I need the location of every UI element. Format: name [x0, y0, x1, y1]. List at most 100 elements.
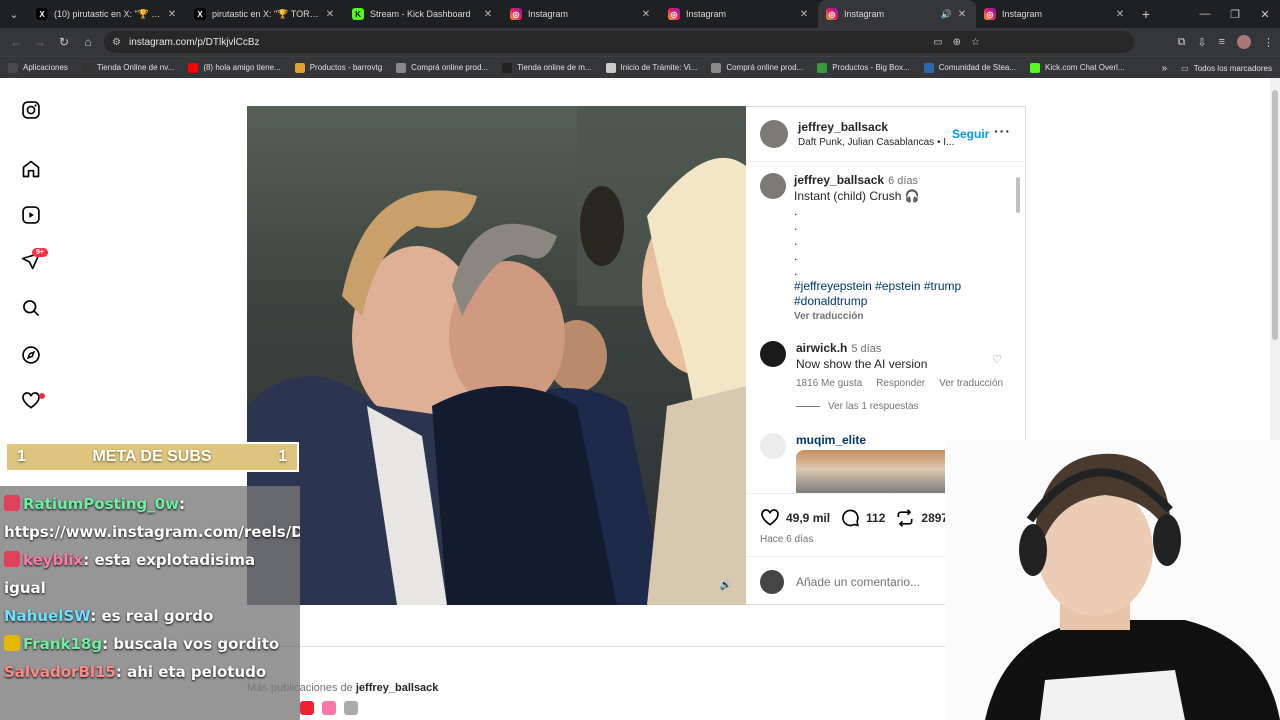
bookmark-item[interactable]: Productos - Big Box...: [817, 62, 910, 73]
caption-time: 6 días: [888, 175, 919, 187]
address-bar[interactable]: ⚙ instagram.com/p/DTlkjvlCcBz ▭ ⊕ ☆: [104, 31, 1134, 53]
bookmark-item[interactable]: Comprá online prod...: [711, 62, 803, 73]
bookmark-item[interactable]: Comprá online prod...: [396, 62, 488, 73]
like-button[interactable]: 49,9 mil: [760, 508, 830, 528]
reels-nav-icon[interactable]: [20, 204, 42, 226]
comment2-avatar[interactable]: [760, 433, 786, 459]
close-tab-icon[interactable]: ✕: [640, 9, 652, 20]
audio-track[interactable]: Daft Punk, Julian Casablancas • I...: [798, 137, 954, 148]
close-tab-icon[interactable]: ✕: [166, 9, 178, 20]
comment2-username[interactable]: muqim_elite: [796, 433, 866, 447]
browser-tab[interactable]: ◎ Instagram ✕: [976, 0, 1134, 28]
browser-tab[interactable]: Xpirutastic en X: "🏆 TORNEO DE ✕: [186, 0, 344, 28]
chat-badge-icon: [4, 495, 20, 511]
bookmark-favicon-icon: [81, 62, 92, 73]
caption-dots: . . . . .: [794, 204, 798, 278]
bookmark-item[interactable]: Tienda online de m...: [502, 62, 592, 73]
close-tab-icon[interactable]: ✕: [482, 9, 494, 20]
more-posts-username[interactable]: jeffrey_ballsack: [356, 682, 439, 694]
browser-tab[interactable]: ◎ Instagram ✕: [660, 0, 818, 28]
chat-message: SalvadorBl15: ahi eta pelotudo: [4, 658, 296, 686]
chat-username: RatiumPosting_0w: [23, 495, 180, 513]
taskbar-app-icon[interactable]: [300, 701, 314, 715]
folder-icon: ▭: [1181, 63, 1189, 73]
add-comment-input[interactable]: Añade un comentario...: [796, 575, 920, 589]
browser-tab[interactable]: ◎ Instagram 🔊 ✕: [818, 0, 976, 28]
comment-airwick: airwick.h 5 días Now show the AI version: [760, 341, 927, 372]
caption-avatar[interactable]: [760, 173, 786, 199]
repost-button[interactable]: 2897: [895, 508, 948, 528]
bookmark-item[interactable]: (8) hola amigo tiene...: [188, 62, 281, 73]
comment-like-icon[interactable]: ♡: [992, 353, 1002, 366]
taskbar-app-icon[interactable]: [344, 701, 358, 715]
cast-icon[interactable]: ▭: [933, 37, 942, 48]
taskbar-app-icon[interactable]: [322, 701, 336, 715]
more-options-icon[interactable]: ···: [994, 123, 1011, 139]
author-avatar[interactable]: [760, 120, 788, 148]
all-bookmarks-button[interactable]: » ▭ Todos los marcadores: [1162, 57, 1272, 79]
bookmark-favicon-icon: [605, 62, 616, 73]
close-window-icon[interactable]: ✕: [1250, 0, 1280, 28]
bookmark-item[interactable]: Comunidad de Stea...: [923, 62, 1016, 73]
close-tab-icon[interactable]: ✕: [798, 9, 810, 20]
browser-tab[interactable]: K Stream - Kick Dashboard ✕: [344, 0, 502, 28]
mute-icon[interactable]: 🔊: [720, 580, 732, 591]
bookmark-star-icon[interactable]: ☆: [971, 37, 980, 48]
view-replies-button[interactable]: Ver las 1 respuestas: [796, 401, 919, 412]
stream-chat-overlay: RatiumPosting_0w: https://www.instagram.…: [0, 486, 300, 720]
bookmark-item[interactable]: Kick.com Chat Overl...: [1030, 62, 1125, 73]
bookmark-item[interactable]: Aplicaciones: [8, 62, 68, 73]
caption-username[interactable]: jeffrey_ballsack: [794, 173, 884, 187]
instagram-logo-icon[interactable]: [20, 99, 42, 121]
browser-tab[interactable]: ◎ Instagram ✕: [502, 0, 660, 28]
comment-translate[interactable]: Ver traducción: [939, 378, 1003, 389]
bookmark-label: Tienda Online de nv...: [96, 63, 175, 72]
zoom-icon[interactable]: ⊕: [953, 37, 961, 48]
close-tab-icon[interactable]: ✕: [1114, 9, 1126, 20]
page-scrollbar-thumb[interactable]: [1272, 90, 1278, 340]
bookmark-label: Aplicaciones: [23, 63, 68, 72]
tab-audio-icon[interactable]: 🔊: [941, 9, 952, 20]
chat-message: Frank18g: buscala vos gordito: [4, 630, 296, 658]
close-tab-icon[interactable]: ✕: [956, 9, 968, 20]
explore-nav-icon[interactable]: [20, 344, 42, 366]
new-tab-button[interactable]: +: [1134, 6, 1158, 22]
caption-hashtags[interactable]: #jeffreyepstein #epstein #trump #donaldt…: [794, 279, 974, 309]
author-username[interactable]: jeffrey_ballsack: [798, 120, 954, 134]
downloads-icon[interactable]: ⇩: [1197, 36, 1206, 49]
media-controls-icon[interactable]: ≡: [1219, 36, 1225, 48]
tab-search-icon[interactable]: ⌄: [0, 0, 28, 28]
browser-tab[interactable]: X (10) pirutastic en X: "🏆 TORNE ✕: [28, 0, 186, 28]
browser-menu-icon[interactable]: ⋮: [1263, 36, 1274, 49]
comment-avatar[interactable]: [760, 341, 786, 367]
bookmark-item[interactable]: Productos - barrovtg: [294, 62, 382, 73]
home-icon[interactable]: ⌂: [76, 35, 100, 49]
comment-button[interactable]: 112: [840, 508, 885, 528]
home-nav-icon[interactable]: [20, 158, 42, 180]
bookmark-label: Tienda online de m...: [517, 63, 592, 72]
chat-message: RatiumPosting_0w: https://www.instagram.…: [4, 490, 300, 546]
bookmark-item[interactable]: Tienda Online de nv...: [81, 62, 175, 73]
caption-translate[interactable]: Ver traducción: [794, 309, 974, 324]
extensions-icon[interactable]: ⧉: [1178, 36, 1186, 49]
search-nav-icon[interactable]: [20, 297, 42, 319]
browser-toolbar: ← → ↻ ⌂ ⚙ instagram.com/p/DTlkjvlCcBz ▭ …: [0, 28, 1280, 56]
bookmark-label: Kick.com Chat Overl...: [1045, 63, 1125, 72]
forward-icon[interactable]: →: [28, 35, 52, 49]
minimize-icon[interactable]: —: [1190, 0, 1220, 28]
maximize-icon[interactable]: ❐: [1220, 0, 1250, 28]
more-bookmarks-icon[interactable]: »: [1162, 63, 1168, 74]
post-video[interactable]: 🔊: [247, 106, 746, 605]
back-icon[interactable]: ←: [4, 35, 28, 49]
profile-avatar[interactable]: [1237, 35, 1251, 49]
chat-badge-icon: [4, 551, 20, 567]
comment-likes[interactable]: 1816 Me gusta: [796, 378, 862, 389]
bookmark-item[interactable]: Inicio de Trámite: Vi...: [605, 62, 697, 73]
comment-username[interactable]: airwick.h: [796, 341, 847, 355]
reply-button[interactable]: Responder: [876, 378, 925, 389]
reload-icon[interactable]: ↻: [52, 35, 76, 49]
site-info-icon[interactable]: ⚙: [112, 37, 121, 48]
close-tab-icon[interactable]: ✕: [324, 9, 336, 20]
follow-button[interactable]: Seguir: [952, 127, 989, 141]
tab-title: (10) pirutastic en X: "🏆 TORNE: [54, 8, 162, 19]
